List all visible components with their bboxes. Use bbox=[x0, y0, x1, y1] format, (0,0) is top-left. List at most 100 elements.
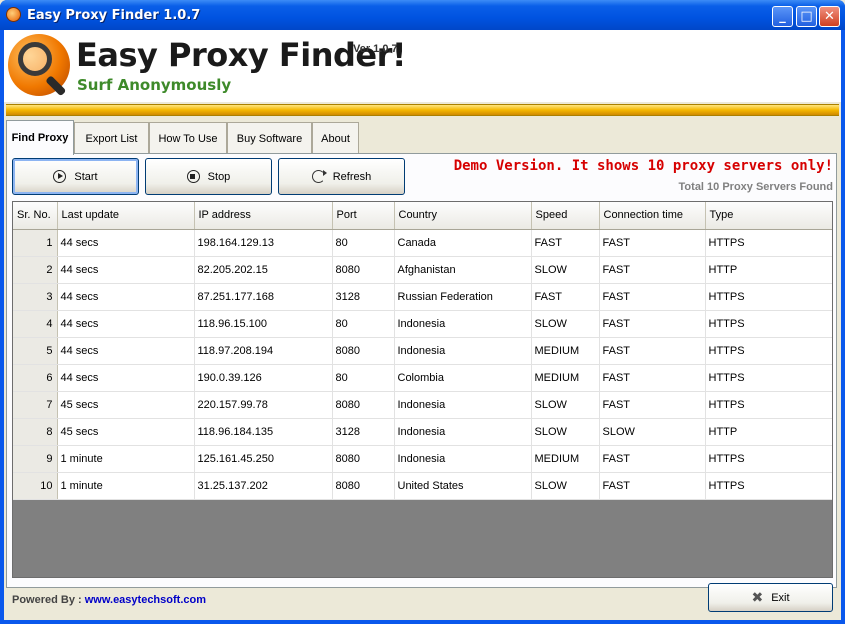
table-cell: FAST bbox=[531, 229, 600, 257]
minimize-button[interactable]: _ bbox=[772, 6, 793, 27]
proxy-table: Sr. No. Last update IP address Port Country S… bbox=[13, 202, 832, 500]
table-row[interactable]: 5 44 secs 118.97.208.194 8080 Indonesia MEDIU… bbox=[13, 337, 832, 365]
refresh-button[interactable]: Refresh bbox=[278, 158, 405, 195]
table-cell: 8080 bbox=[332, 337, 395, 365]
column-header[interactable]: Connection time bbox=[599, 202, 706, 230]
column-header[interactable]: Speed bbox=[531, 202, 600, 230]
table-cell: HTTPS bbox=[705, 310, 832, 338]
start-label: Start bbox=[74, 170, 98, 183]
row-number-cell: 1 bbox=[13, 229, 58, 257]
table-cell: 118.96.184.135 bbox=[194, 418, 333, 446]
exit-label: Exit bbox=[771, 591, 790, 604]
table-cell: MEDIUM bbox=[531, 445, 600, 473]
tab-about[interactable]: About bbox=[312, 122, 359, 154]
table-cell: 45 secs bbox=[57, 418, 195, 446]
tab-how-to-use[interactable]: How To Use bbox=[149, 122, 227, 154]
table-cell: FAST bbox=[531, 283, 600, 311]
table-cell: Colombia bbox=[394, 364, 532, 392]
table-cell: 87.251.177.168 bbox=[194, 283, 333, 311]
table-row[interactable]: 4 44 secs 118.96.15.100 80 Indonesia SLOW FAST… bbox=[13, 310, 832, 338]
table-cell: 190.0.39.126 bbox=[194, 364, 333, 392]
start-button[interactable]: Start bbox=[12, 158, 139, 195]
table-cell: FAST bbox=[599, 391, 706, 419]
refresh-label: Refresh bbox=[332, 170, 372, 183]
table-cell: FAST bbox=[599, 256, 706, 284]
table-row[interactable]: 7 45 secs 220.157.99.78 8080 Indonesia SLOW FA… bbox=[13, 391, 832, 419]
table-row[interactable]: 6 44 secs 190.0.39.126 80 Colombia MEDIUM FAST… bbox=[13, 364, 832, 392]
table-cell: HTTPS bbox=[705, 283, 832, 311]
table-cell: 1 minute bbox=[57, 445, 195, 473]
table-cell: Indonesia bbox=[394, 418, 532, 446]
table-cell: 80 bbox=[332, 229, 395, 257]
table-cell: HTTP bbox=[705, 418, 832, 446]
column-header[interactable]: Last update bbox=[57, 202, 195, 230]
close-x-icon: ✖ bbox=[751, 589, 764, 606]
table-cell: Indonesia bbox=[394, 445, 532, 473]
website-link[interactable]: www.easytechsoft.com bbox=[85, 594, 206, 606]
table-cell: HTTPS bbox=[705, 391, 832, 419]
table-row[interactable]: 8 45 secs 118.96.184.135 3128 Indonesia SLOW S… bbox=[13, 418, 832, 446]
tab-export-list[interactable]: Export List bbox=[74, 122, 149, 154]
table-row[interactable]: 1 44 secs 198.164.129.13 80 Canada FAST FAST HT… bbox=[13, 229, 832, 257]
table-cell: FAST bbox=[599, 445, 706, 473]
brand-version: Ver 1.0.7 bbox=[353, 43, 398, 55]
table-cell: 44 secs bbox=[57, 337, 195, 365]
row-number-cell: 10 bbox=[13, 472, 58, 500]
table-body: 1 44 secs 198.164.129.13 80 Canada FAST FAST HT… bbox=[13, 229, 832, 500]
exit-button[interactable]: ✖ Exit bbox=[708, 583, 833, 612]
table-cell: SLOW bbox=[531, 472, 600, 500]
tab-strip: Find Proxy Export List How To Use Buy So… bbox=[4, 120, 841, 155]
table-cell: MEDIUM bbox=[531, 337, 600, 365]
table-cell: Canada bbox=[394, 229, 532, 257]
table-cell: 44 secs bbox=[57, 229, 195, 257]
row-number-cell: 6 bbox=[13, 364, 58, 392]
column-header[interactable]: Type bbox=[705, 202, 832, 230]
table-cell: United States bbox=[394, 472, 532, 500]
table-cell: 80 bbox=[332, 364, 395, 392]
table-cell: 44 secs bbox=[57, 256, 195, 284]
maximize-button[interactable]: □ bbox=[796, 6, 817, 27]
table-cell: 118.96.15.100 bbox=[194, 310, 333, 338]
brand-title: Easy Proxy Finder! bbox=[76, 36, 406, 74]
table-cell: 8080 bbox=[332, 472, 395, 500]
table-row[interactable]: 10 1 minute 31.25.137.202 8080 United States… bbox=[13, 472, 832, 500]
table-cell: 198.164.129.13 bbox=[194, 229, 333, 257]
column-header[interactable]: Country bbox=[394, 202, 532, 230]
tab-find-proxy[interactable]: Find Proxy bbox=[6, 120, 74, 155]
proxy-grid[interactable]: Sr. No. Last update IP address Port Country S… bbox=[12, 201, 833, 578]
close-button[interactable]: ✕ bbox=[819, 6, 840, 27]
table-cell: Afghanistan bbox=[394, 256, 532, 284]
stop-button[interactable]: Stop bbox=[145, 158, 272, 195]
app-header: Easy Proxy Finder! Ver 1.0.7 Surf Anonym… bbox=[4, 30, 841, 102]
row-number-cell: 3 bbox=[13, 283, 58, 311]
column-header[interactable]: Port bbox=[332, 202, 395, 230]
stop-label: Stop bbox=[207, 170, 231, 183]
accent-bar bbox=[6, 104, 839, 116]
column-header[interactable]: Sr. No. bbox=[13, 202, 58, 230]
table-cell: FAST bbox=[599, 283, 706, 311]
powered-by-label: Powered By : bbox=[12, 594, 85, 606]
table-cell: Indonesia bbox=[394, 310, 532, 338]
row-number-cell: 4 bbox=[13, 310, 58, 338]
title-bar[interactable]: Easy Proxy Finder 1.0.7 _ □ ✕ bbox=[0, 0, 845, 30]
tab-buy-software[interactable]: Buy Software bbox=[227, 122, 312, 154]
table-cell: SLOW bbox=[531, 418, 600, 446]
table-row[interactable]: 3 44 secs 87.251.177.168 3128 Russian Federa… bbox=[13, 283, 832, 311]
table-header-row: Sr. No. Last update IP address Port Country S… bbox=[13, 202, 832, 230]
table-row[interactable]: 2 44 secs 82.205.202.15 8080 Afghanistan SLOW… bbox=[13, 256, 832, 284]
table-cell: MEDIUM bbox=[531, 364, 600, 392]
app-icon[interactable] bbox=[6, 7, 21, 22]
play-icon bbox=[53, 170, 67, 183]
column-header[interactable]: IP address bbox=[194, 202, 333, 230]
powered-by: Powered By : www.easytechsoft.com bbox=[12, 594, 206, 606]
table-cell: FAST bbox=[599, 364, 706, 392]
table-cell: Indonesia bbox=[394, 391, 532, 419]
table-cell: 80 bbox=[332, 310, 395, 338]
row-number-cell: 5 bbox=[13, 337, 58, 365]
row-number-cell: 7 bbox=[13, 391, 58, 419]
table-row[interactable]: 91 minute 125.161.45.250 8080 Indonesia MEDI… bbox=[13, 445, 832, 473]
client-area: Easy Proxy Finder! Ver 1.0.7 Surf Anonym… bbox=[4, 30, 841, 620]
table-cell: FAST bbox=[599, 472, 706, 500]
table-cell: Indonesia bbox=[394, 337, 532, 365]
table-cell: HTTPS bbox=[705, 445, 832, 473]
